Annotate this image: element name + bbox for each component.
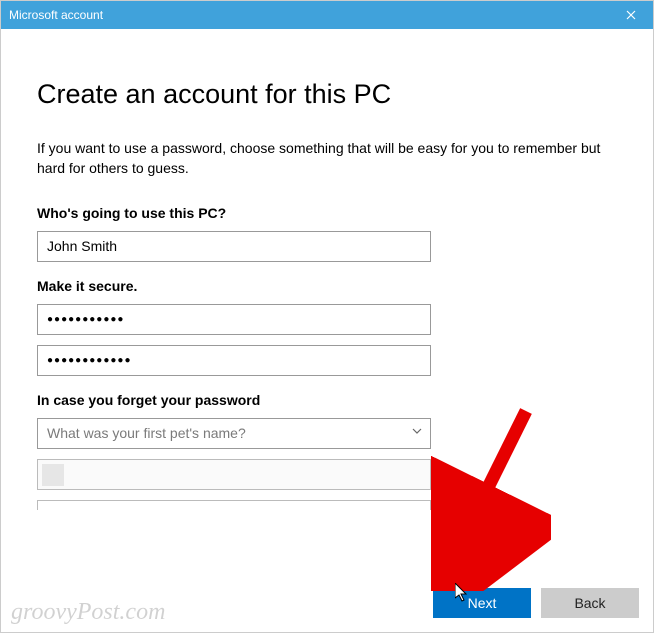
back-button[interactable]: Back — [541, 588, 639, 618]
watermark-text: groovyPost.com — [11, 599, 165, 626]
confirm-password-input[interactable]: ●●●●●●●●●●●● — [37, 345, 431, 376]
extra-field-cutoff — [37, 500, 431, 510]
page-title: Create an account for this PC — [37, 79, 617, 110]
titlebar: Microsoft account — [1, 1, 653, 29]
security-answer-input[interactable] — [37, 459, 431, 490]
password-label: Make it secure. — [37, 278, 617, 294]
dialog-footer: Next Back — [433, 588, 639, 618]
chevron-down-icon — [411, 425, 423, 440]
password-input[interactable]: ●●●●●●●●●●● — [37, 304, 431, 335]
dialog-content: Create an account for this PC If you wan… — [1, 29, 653, 510]
dialog-window: Microsoft account Create an account for … — [0, 0, 654, 633]
security-question-select[interactable]: What was your first pet's name? — [37, 418, 431, 449]
window-title: Microsoft account — [9, 8, 103, 22]
next-button[interactable]: Next — [433, 588, 531, 618]
username-label: Who's going to use this PC? — [37, 205, 617, 221]
username-input[interactable] — [37, 231, 431, 262]
page-description: If you want to use a password, choose so… — [37, 138, 617, 179]
hint-label: In case you forget your password — [37, 392, 617, 408]
close-button[interactable] — [609, 1, 653, 29]
security-question-value: What was your first pet's name? — [47, 425, 246, 441]
